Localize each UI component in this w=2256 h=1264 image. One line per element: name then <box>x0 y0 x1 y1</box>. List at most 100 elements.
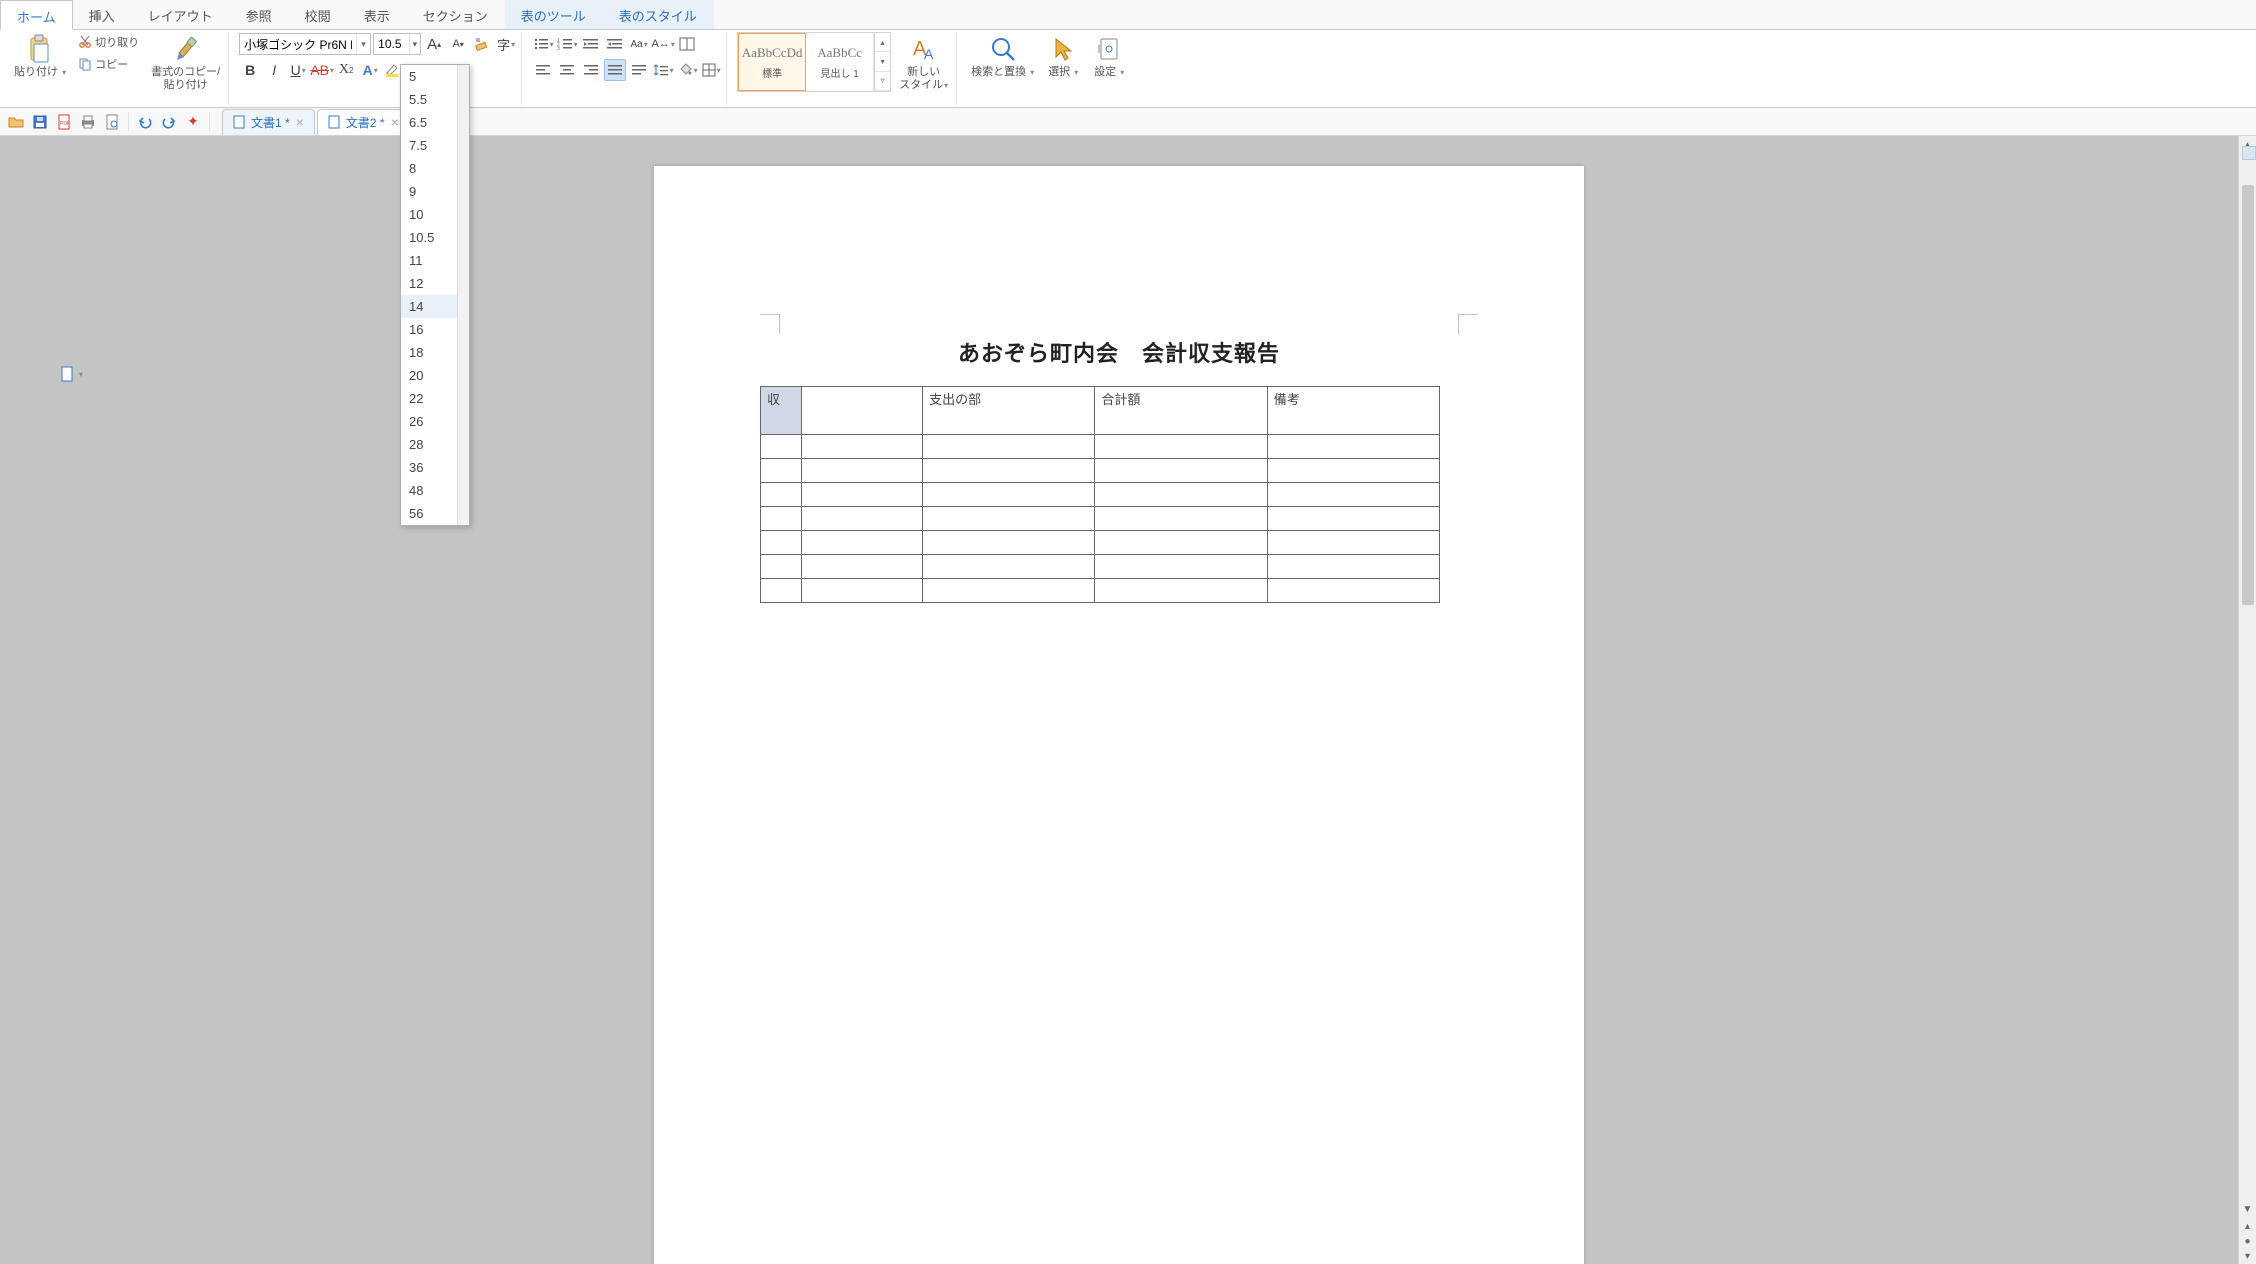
grow-font-button[interactable]: A▴ <box>423 33 445 55</box>
font-size-dropdown-arrow[interactable]: ▾ <box>409 34 420 54</box>
font-size-combo[interactable]: ▾ <box>373 33 421 55</box>
line-spacing-button[interactable]: ▾ <box>652 59 674 81</box>
table-cell[interactable] <box>923 459 1095 483</box>
style-item-0[interactable]: AaBbCcDd標準 <box>738 33 806 91</box>
font-size-option[interactable]: 7.5 <box>401 134 457 157</box>
increase-indent-button[interactable] <box>604 33 626 55</box>
qa-more-button[interactable]: ✦ <box>183 112 203 132</box>
table-cell[interactable] <box>923 555 1095 579</box>
align-right-button[interactable] <box>580 59 602 81</box>
table-cell[interactable] <box>1267 555 1439 579</box>
font-size-option[interactable]: 48 <box>401 479 457 502</box>
font-size-option[interactable]: 5.5 <box>401 88 457 111</box>
table-header-cell[interactable]: 合計額 <box>1095 387 1267 435</box>
close-icon[interactable]: × <box>296 114 304 130</box>
table-cell[interactable] <box>1095 507 1267 531</box>
table-cell[interactable] <box>1095 435 1267 459</box>
align-justify-button[interactable] <box>604 59 626 81</box>
font-size-option[interactable]: 22 <box>401 387 457 410</box>
gallery-up[interactable]: ▴ <box>875 33 890 52</box>
font-size-option[interactable]: 5 <box>401 65 457 88</box>
font-size-option[interactable]: 10 <box>401 203 457 226</box>
table-cell[interactable] <box>1095 531 1267 555</box>
gallery-more[interactable]: ▿ <box>875 72 890 91</box>
table-cell[interactable] <box>801 459 923 483</box>
table-cell[interactable] <box>761 459 802 483</box>
undo-button[interactable] <box>135 112 155 132</box>
bullets-button[interactable]: ▾ <box>532 33 554 55</box>
table-header-cell[interactable]: 備考 <box>1267 387 1439 435</box>
shrink-font-button[interactable]: A▾ <box>447 33 469 55</box>
font-size-option[interactable]: 26 <box>401 410 457 433</box>
font-size-option[interactable]: 9 <box>401 180 457 203</box>
underline-button[interactable]: U▾ <box>287 59 309 81</box>
table-cell[interactable] <box>801 555 923 579</box>
document-page[interactable]: あおぞら町内会 会計収支報告 収 支出の部合計額備考 <box>654 166 1584 1264</box>
settings-button[interactable]: 設定 ▾ <box>1088 32 1130 81</box>
font-size-input[interactable] <box>374 37 409 51</box>
style-item-1[interactable]: AaBbCc見出し 1 <box>806 33 874 91</box>
font-size-option[interactable]: 12 <box>401 272 457 295</box>
table-cell[interactable] <box>923 579 1095 603</box>
table-cell[interactable] <box>1267 507 1439 531</box>
document-table[interactable]: 収 支出の部合計額備考 <box>760 386 1440 603</box>
text-effects-button[interactable]: A▾ <box>359 59 381 81</box>
save-button[interactable] <box>30 112 50 132</box>
asian-layout-button[interactable] <box>676 33 698 55</box>
table-cell[interactable] <box>761 483 802 507</box>
table-header-cell[interactable]: 支出の部 <box>923 387 1095 435</box>
font-size-option[interactable]: 14 <box>401 295 457 318</box>
ruler-toggle[interactable] <box>2242 146 2256 160</box>
change-case-button[interactable]: Aa▾ <box>628 33 650 55</box>
doc-tab-1[interactable]: 文書2 *× <box>317 109 410 135</box>
bold-button[interactable]: B <box>239 59 261 81</box>
table-cell[interactable] <box>923 531 1095 555</box>
print-preview-button[interactable] <box>102 112 122 132</box>
select-button[interactable]: 選択 ▾ <box>1042 32 1084 81</box>
font-size-option[interactable]: 36 <box>401 456 457 479</box>
font-size-option[interactable]: 20 <box>401 364 457 387</box>
table-cell[interactable] <box>1095 483 1267 507</box>
close-icon[interactable]: × <box>391 114 399 130</box>
table-cell[interactable] <box>801 483 923 507</box>
table-cell[interactable] <box>761 507 802 531</box>
superscript-button[interactable]: X2 <box>335 59 357 81</box>
ribbon-tab-4[interactable]: 校閲 <box>289 0 348 29</box>
gallery-down[interactable]: ▾ <box>875 52 890 71</box>
ribbon-tab-2[interactable]: レイアウト <box>132 0 230 29</box>
table-cell[interactable] <box>1095 459 1267 483</box>
italic-button[interactable]: I <box>263 59 285 81</box>
table-cell[interactable] <box>923 483 1095 507</box>
font-size-option[interactable]: 8 <box>401 157 457 180</box>
cut-button[interactable]: 切り取り <box>74 32 143 52</box>
table-cell[interactable] <box>761 555 802 579</box>
table-cell[interactable] <box>1267 531 1439 555</box>
table-cell[interactable] <box>1095 555 1267 579</box>
table-cell[interactable] <box>801 531 923 555</box>
scrollbar-thumb[interactable] <box>2242 185 2254 605</box>
prev-page-button[interactable]: ▴ <box>2245 1221 2250 1232</box>
table-header-cell[interactable]: 収 <box>761 387 802 435</box>
font-size-option[interactable]: 10.5 <box>401 226 457 249</box>
copy-button[interactable]: コピー <box>74 54 143 74</box>
shading-button[interactable]: ▾ <box>676 59 698 81</box>
decrease-indent-button[interactable] <box>580 33 602 55</box>
table-cell[interactable] <box>761 579 802 603</box>
table-cell[interactable] <box>1267 459 1439 483</box>
outline-toggle[interactable]: ▾ <box>60 366 83 382</box>
table-cell[interactable] <box>1095 579 1267 603</box>
font-size-dropdown[interactable]: 55.56.57.5891010.51112141618202226283648… <box>400 64 470 526</box>
strikethrough-button[interactable]: AB▾ <box>311 59 333 81</box>
find-replace-button[interactable]: 検索と置換 ▾ <box>967 32 1038 81</box>
ribbon-tab-8[interactable]: 表のスタイル <box>603 0 714 29</box>
document-title[interactable]: あおぞら町内会 会計収支報告 <box>754 336 1484 368</box>
export-pdf-button[interactable]: PDF <box>54 112 74 132</box>
distribute-button[interactable] <box>628 59 650 81</box>
ribbon-tab-5[interactable]: 表示 <box>348 0 407 29</box>
redo-button[interactable] <box>159 112 179 132</box>
new-style-button[interactable]: AA 新しいスタイル▾ <box>895 32 952 94</box>
table-cell[interactable] <box>801 507 923 531</box>
char-scale-button[interactable]: A↔▾ <box>652 33 674 55</box>
borders-button[interactable]: ▾ <box>700 59 722 81</box>
ribbon-tab-1[interactable]: 挿入 <box>73 0 132 29</box>
